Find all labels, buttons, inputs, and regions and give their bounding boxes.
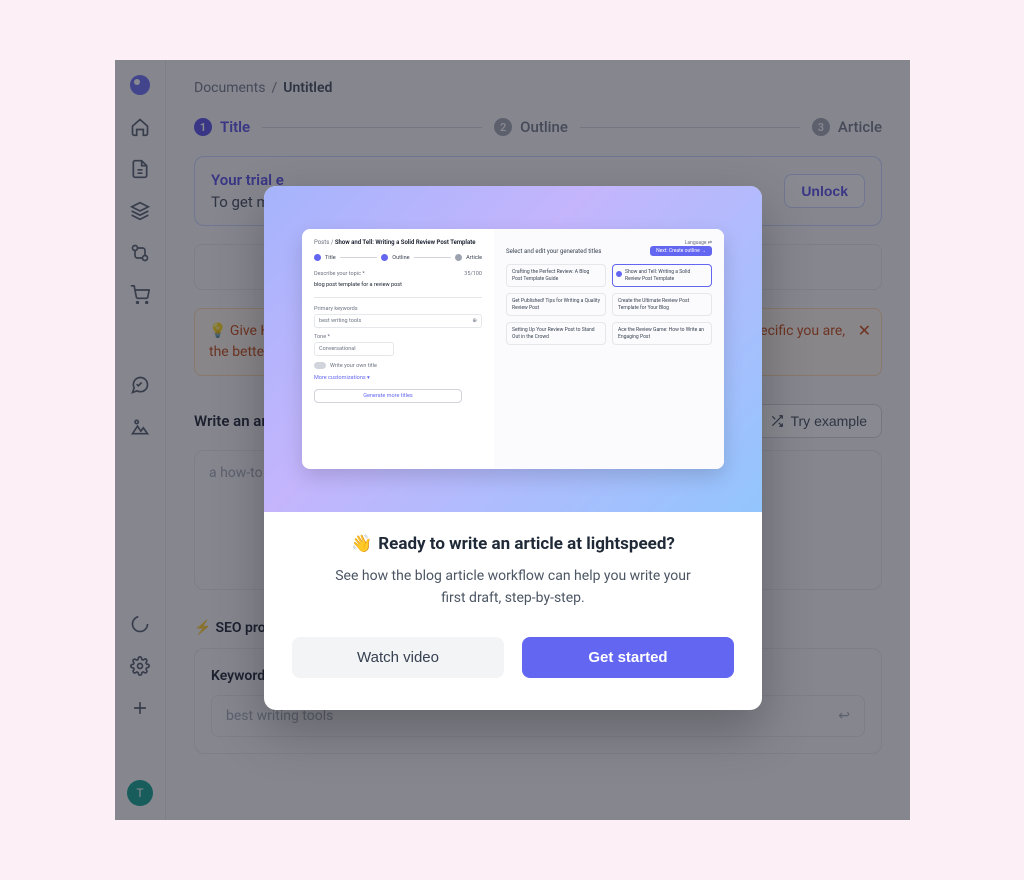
modal-title: 👋 Ready to write an article at lightspee… — [292, 534, 734, 554]
modal-hero: Posts / Show and Tell: Writing a Solid R… — [264, 186, 762, 512]
modal-description: See how the blog article workflow can he… — [323, 566, 703, 609]
watch-video-button[interactable]: Watch video — [292, 637, 504, 678]
modal-preview-image: Posts / Show and Tell: Writing a Solid R… — [302, 229, 724, 469]
onboarding-modal: Posts / Show and Tell: Writing a Solid R… — [264, 186, 762, 710]
get-started-button[interactable]: Get started — [522, 637, 734, 678]
wave-icon: 👋 — [351, 534, 372, 554]
